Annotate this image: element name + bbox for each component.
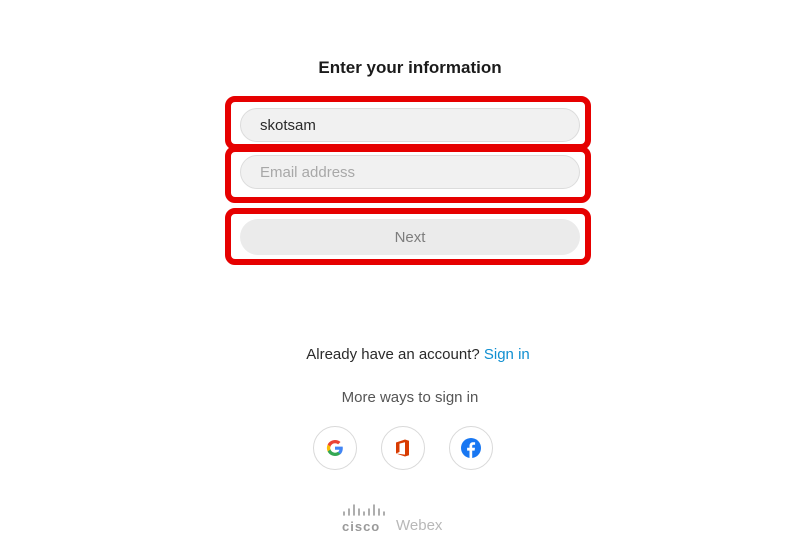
google-icon bbox=[326, 440, 343, 456]
existing-account-prompt: Already have an account? bbox=[306, 346, 480, 363]
more-ways-label: More ways to sign in bbox=[341, 389, 479, 406]
username-input[interactable] bbox=[240, 108, 580, 142]
sign-in-link[interactable]: Sign in bbox=[484, 346, 530, 363]
office-sign-in-button[interactable] bbox=[381, 426, 425, 470]
next-button[interactable]: Next bbox=[240, 219, 580, 255]
google-sign-in-button[interactable] bbox=[313, 426, 357, 470]
webex-wordmark: Webex bbox=[396, 517, 443, 534]
cisco-webex-logo: cisco Webex bbox=[338, 503, 468, 537]
cisco-bars-icon bbox=[343, 504, 385, 516]
existing-account-line: Already have an account? Sign in bbox=[0, 346, 800, 363]
office-icon bbox=[396, 439, 409, 457]
facebook-sign-in-button[interactable] bbox=[449, 426, 493, 470]
signup-page: Enter your information Next Already have… bbox=[0, 0, 800, 560]
form-heading: Enter your information bbox=[318, 58, 502, 77]
facebook-icon bbox=[461, 438, 481, 458]
email-input[interactable] bbox=[240, 155, 580, 189]
cisco-wordmark: cisco bbox=[342, 519, 381, 534]
